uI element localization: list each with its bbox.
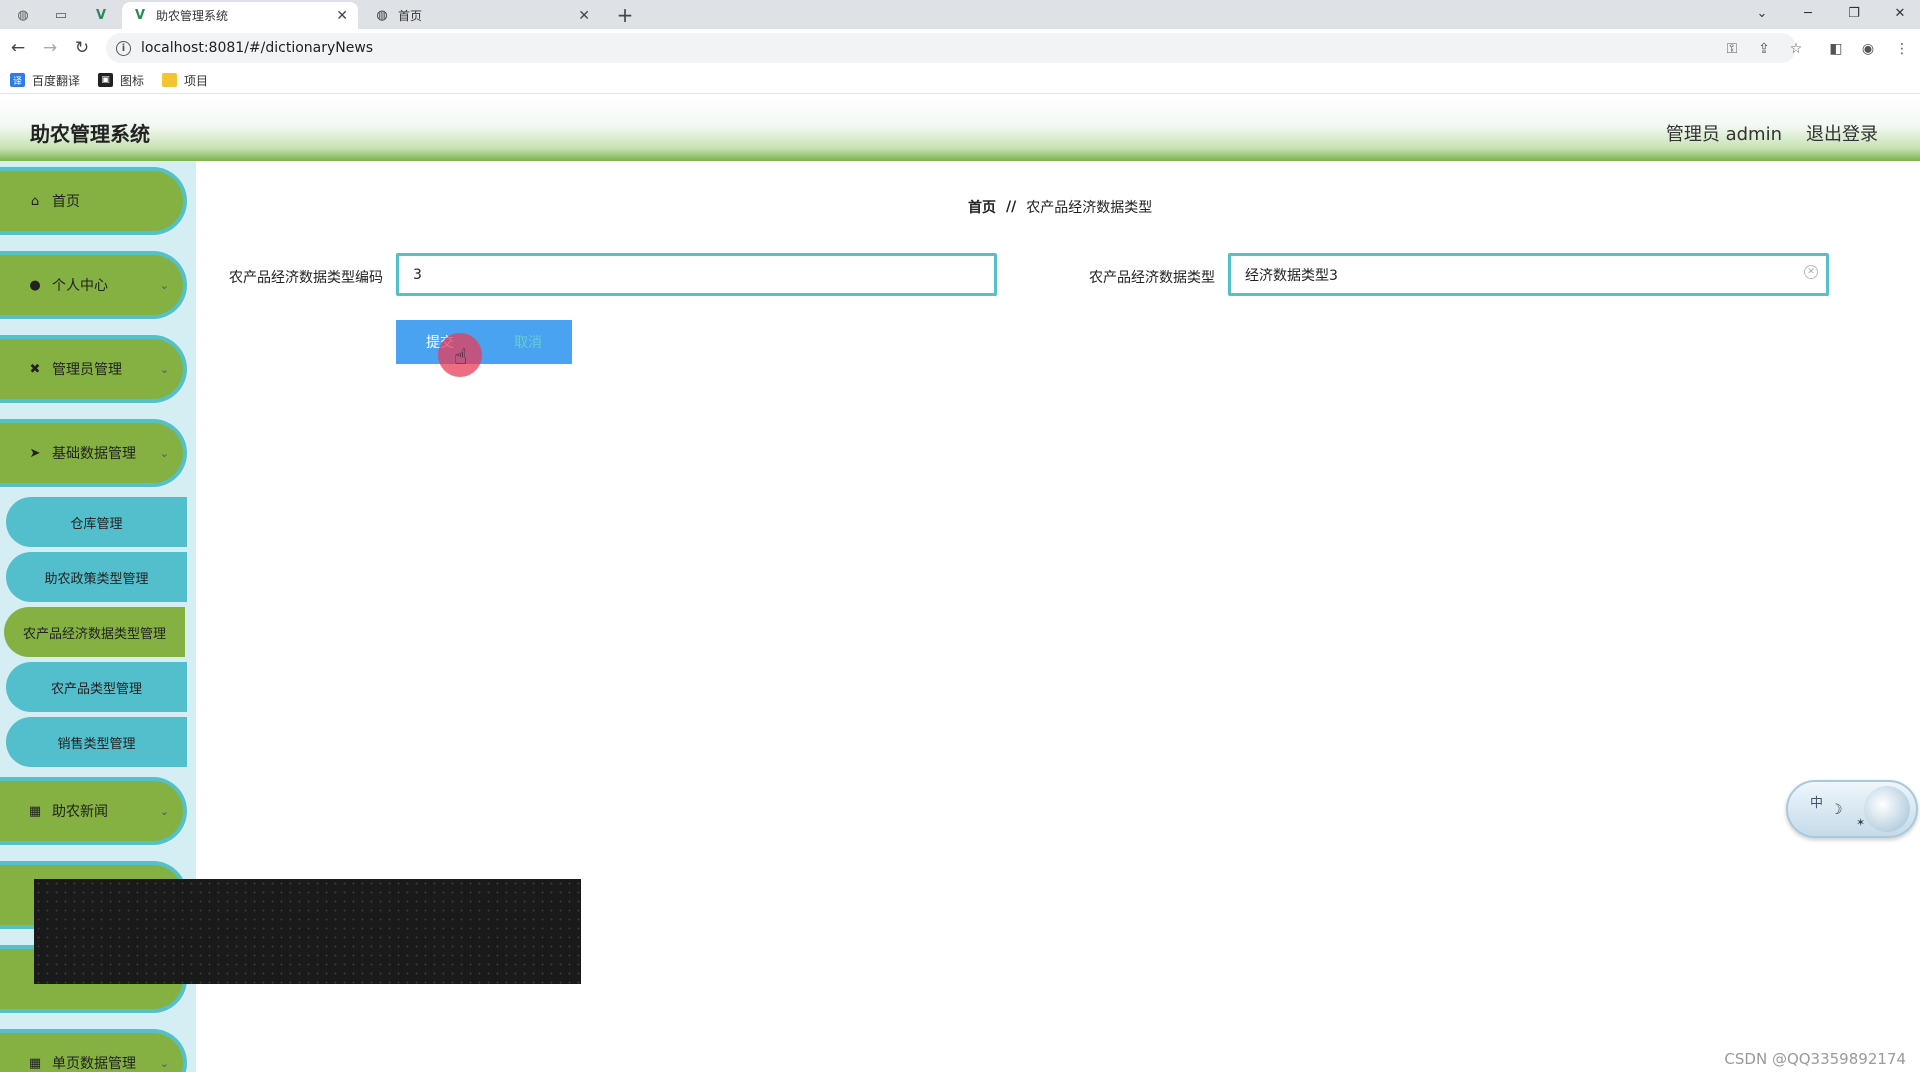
url-field[interactable]: i localhost:8081/#/dictionaryNews — [106, 33, 1796, 63]
language-widget[interactable]: 中 ☽ ✶ — [1786, 780, 1918, 838]
grid-icon: ▦ — [28, 803, 42, 819]
sidebar-subitem-label: 农产品类型管理 — [50, 681, 142, 697]
sidebar-item-label: 首页 — [52, 194, 80, 210]
vue-logo-icon: V — [134, 8, 146, 23]
tab-active[interactable]: V 助农管理系统 ✕ — [122, 2, 358, 29]
sidebar-item-single-page-data[interactable]: ▦ 单页数据管理 ⌄ — [0, 1029, 187, 1072]
user-icon: ● — [29, 277, 41, 293]
breadcrumb-current: 农产品经济数据类型 — [1026, 200, 1153, 216]
sidebar-subitem-policy-type[interactable]: 助农政策类型管理 — [6, 552, 187, 602]
tab-title: 首页 — [398, 9, 423, 23]
chevron-down-icon: ⌄ — [159, 804, 169, 818]
type-input-value: 经济数据类型3 — [1245, 267, 1338, 284]
profile-icon[interactable]: ◉ — [1858, 39, 1878, 59]
sidebar-item-news[interactable]: ▦ 助农新闻 ⌄ — [0, 777, 187, 845]
chevron-down-icon: ⌄ — [159, 446, 169, 460]
close-icon[interactable]: ✕ — [578, 8, 590, 24]
type-input[interactable]: 经济数据类型3 ✕ — [1228, 253, 1829, 296]
sidebar-subitem-sales-type[interactable]: 销售类型管理 — [6, 717, 187, 767]
share-icon[interactable]: ⇪ — [1754, 39, 1774, 59]
restore-button[interactable]: ❐ — [1834, 0, 1874, 26]
code-input[interactable]: 3 — [396, 253, 997, 296]
sidebar-subitem-label: 农产品经济数据类型管理 — [22, 626, 166, 642]
info-icon[interactable]: i — [116, 40, 131, 56]
back-icon[interactable]: ← — [6, 36, 30, 60]
star-icon[interactable]: ☆ — [1786, 39, 1806, 59]
sidebar-subitem-product-type[interactable]: 农产品类型管理 — [6, 662, 187, 712]
bookmark-icons[interactable]: ▣ 图标 — [98, 72, 144, 89]
send-icon: ➤ — [29, 445, 41, 461]
clear-icon[interactable]: ✕ — [1804, 265, 1818, 279]
sidebar-subitem-label: 销售类型管理 — [57, 736, 136, 752]
image-icon: ▣ — [98, 73, 114, 87]
code-label: 农产品经济数据类型编码 — [229, 270, 383, 286]
admin-icon: ✖ — [29, 361, 41, 377]
type-label: 农产品经济数据类型 — [1089, 270, 1215, 286]
app-header: 助农管理系统 管理员 admin 退出登录 — [0, 98, 1920, 161]
breadcrumb-separator: // — [1006, 199, 1017, 215]
chevron-down-icon: ⌄ — [159, 278, 169, 292]
vue-logo-icon[interactable]: V — [86, 3, 116, 27]
hand-cursor-icon: ☝ — [454, 345, 468, 370]
bookmark-label: 项目 — [184, 73, 209, 88]
browser-tab-bar: ◍ ▭ V V 助农管理系统 ✕ ◍ 首页 ✕ + ⌄ ─ ❐ ✕ — [0, 0, 1920, 29]
current-user: 管理员 admin — [1665, 124, 1782, 145]
tab-title: 助农管理系统 — [156, 9, 229, 23]
close-icon[interactable]: ✕ — [336, 8, 348, 24]
sidebar-subitem-label: 助农政策类型管理 — [44, 571, 149, 587]
forward-icon[interactable]: → — [38, 36, 62, 60]
logout-link[interactable]: 退出登录 — [1806, 120, 1878, 146]
reload-icon[interactable]: ↻ — [70, 36, 94, 60]
sidebar-subitem-warehouse[interactable]: 仓库管理 — [6, 497, 187, 547]
sidebar-item-label: 基础数据管理 — [52, 446, 136, 462]
blank-tab-icon[interactable]: ▭ — [46, 3, 76, 27]
breadcrumb-home[interactable]: 首页 — [968, 197, 996, 217]
tab-home[interactable]: ◍ 首页 ✕ — [364, 2, 600, 29]
grid-icon: ▦ — [28, 1055, 42, 1071]
globe-icon: ◍ — [376, 8, 388, 23]
watermark: CSDN @QQ3359892174 — [1724, 1050, 1906, 1068]
sidebar-subitem-label: 仓库管理 — [70, 516, 123, 532]
sidebar-item-basic-data[interactable]: ➤ 基础数据管理 ⌄ — [0, 419, 187, 487]
bookmark-label: 百度翻译 — [32, 73, 81, 88]
bookmark-label: 图标 — [120, 73, 145, 88]
bookmarks-bar: 译 百度翻译 ▣ 图标 项目 — [0, 67, 1920, 94]
sidebar-item-home[interactable]: ⌂ 首页 — [0, 167, 187, 235]
sidebar-item-label: 个人中心 — [52, 278, 108, 294]
bookmark-baidu-translate[interactable]: 译 百度翻译 — [10, 72, 80, 89]
key-icon[interactable]: ⚿ — [1722, 39, 1742, 59]
widget-char: 中 — [1810, 796, 1824, 811]
folder-icon — [162, 73, 178, 87]
sparkle-icon: ✶ — [1856, 816, 1866, 829]
sidebar-item-label: 单页数据管理 — [52, 1056, 136, 1072]
globe-icon[interactable]: ◍ — [8, 3, 38, 27]
sidebar-item-admin-management[interactable]: ✖ 管理员管理 ⌄ — [0, 335, 187, 403]
minimize-button[interactable]: ─ — [1788, 0, 1828, 26]
chevron-down-icon[interactable]: ⌄ — [1742, 0, 1782, 26]
url-text: localhost:8081/#/dictionaryNews — [141, 40, 374, 56]
home-icon: ⌂ — [30, 193, 40, 209]
close-window-button[interactable]: ✕ — [1880, 0, 1920, 26]
chevron-down-icon: ⌄ — [159, 362, 169, 376]
app-title: 助农管理系统 — [30, 122, 150, 146]
sidebar-subitem-economic-data-type[interactable]: 农产品经济数据类型管理 — [4, 607, 185, 657]
menu-icon[interactable]: ⋮ — [1892, 39, 1912, 59]
cancel-label: 取消 — [514, 335, 542, 351]
breadcrumb: 首页 // 农产品经济数据类型 — [968, 197, 1152, 217]
chevron-down-icon: ⌄ — [159, 1056, 169, 1070]
new-tab-button[interactable]: + — [612, 3, 638, 27]
bubble-icon — [1864, 786, 1910, 832]
bookmark-project[interactable]: 项目 — [162, 72, 208, 89]
redacted-area — [34, 879, 581, 984]
sidebar-item-label: 助农新闻 — [52, 804, 108, 820]
address-bar-row: ← → ↻ i localhost:8081/#/dictionaryNews … — [0, 29, 1920, 67]
code-input-value: 3 — [413, 266, 422, 283]
sidepanel-icon[interactable]: ◧ — [1826, 39, 1846, 59]
moon-icon: ☽ — [1830, 802, 1843, 818]
sidebar-item-personal-center[interactable]: ● 个人中心 ⌄ — [0, 251, 187, 319]
cancel-button[interactable]: 取消 — [484, 320, 572, 364]
sidebar-item-label: 管理员管理 — [52, 362, 122, 378]
translate-icon: 译 — [10, 73, 25, 87]
